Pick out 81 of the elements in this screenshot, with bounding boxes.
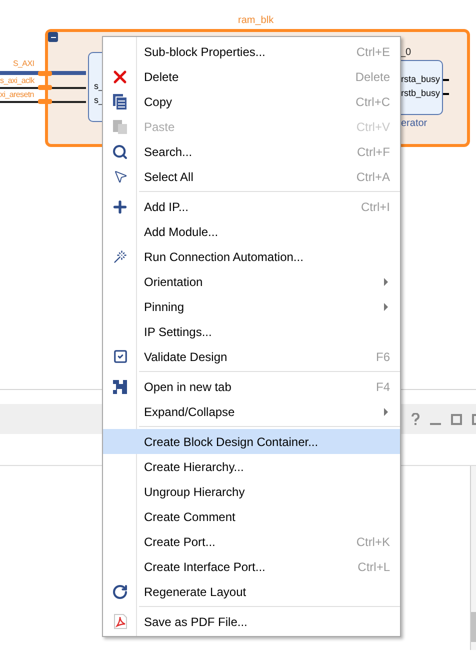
menu-item-label: Ungroup Hierarchy [144, 484, 245, 500]
menu-item[interactable]: Delete Delete [103, 64, 400, 89]
port-label: xi_aresetn [0, 90, 34, 100]
restore-icon[interactable] [472, 414, 476, 424]
ip-name: _0 [400, 46, 412, 60]
pdf-icon [114, 614, 126, 629]
menu-item[interactable]: Create Interface Port... Ctrl+L [103, 554, 400, 579]
menu-item[interactable]: Create Comment [103, 504, 400, 529]
menu-item-label: Orientation [144, 274, 203, 290]
menu-item-label: Expand/Collapse [144, 404, 235, 420]
menu-item[interactable]: Open in new tab F4 [103, 374, 400, 399]
menu-item[interactable]: Sub-block Properties... Ctrl+E [103, 39, 400, 64]
menu-item[interactable]: Pinning [103, 294, 400, 319]
submenu-arrow-icon [384, 302, 388, 310]
shortcut-label: F4 [376, 378, 390, 396]
shortcut-label: Ctrl+F [357, 144, 390, 160]
port-label: S_AXI [13, 59, 34, 69]
checkbox-icon [112, 349, 128, 364]
menu-item[interactable]: Create Port... Ctrl+K [103, 529, 400, 554]
menu-item[interactable]: Copy Ctrl+C [103, 89, 400, 114]
pin-label: rsta_busy [401, 74, 440, 84]
menu-item-label: Sub-block Properties... [144, 44, 266, 60]
menu-item[interactable]: Save as PDF File... [103, 609, 400, 634]
menu-item-label: Add IP... [144, 198, 188, 216]
help-icon[interactable] [411, 413, 420, 425]
cursor-icon [112, 169, 128, 184]
menu-item[interactable]: IP Settings... [103, 319, 400, 344]
menu-item[interactable]: Orientation [103, 269, 400, 294]
shortcut-label: Delete [355, 68, 390, 86]
scrollbar[interactable] [470, 466, 476, 650]
menu-item-label: Select All [144, 168, 194, 186]
shortcut-label: Ctrl+I [360, 198, 390, 216]
menu-item-label: Add Module... [144, 224, 218, 240]
port-label: s_axi_aclk [0, 76, 34, 86]
submenu-arrow-icon [384, 408, 388, 416]
copy-icon [113, 94, 127, 110]
block-title: ram_blk [238, 14, 274, 28]
shortcut-label: Ctrl+L [358, 558, 390, 576]
submenu-arrow-icon [384, 278, 388, 286]
shortcut-label: Ctrl+K [356, 534, 390, 550]
tab-icon [113, 380, 127, 394]
menu-item[interactable]: Validate Design F6 [103, 344, 400, 374]
menu-item[interactable]: Create Block Design Container... [103, 429, 400, 454]
menu-item-label: Create Interface Port... [144, 558, 266, 576]
pin-label: rstb_busy [401, 88, 440, 98]
menu-item[interactable]: Add IP... Ctrl+I [103, 194, 400, 219]
shortcut-label: Ctrl+A [356, 168, 390, 186]
menu-item-label: IP Settings... [144, 324, 212, 340]
menu-item-label: Create Block Design Container... [144, 434, 318, 450]
menu-item-label: Create Port... [144, 534, 216, 550]
wand-icon [113, 250, 127, 264]
paste-icon [113, 120, 127, 134]
shortcut-label: F6 [376, 348, 390, 366]
menu-item[interactable]: Regenerate Layout [103, 579, 400, 609]
menu-item-label: Pinning [144, 298, 184, 316]
menu-item-label: Validate Design [144, 348, 228, 366]
ip-subtitle: erator [401, 117, 428, 131]
collapse-toggle[interactable] [48, 32, 58, 42]
menu-item[interactable]: Expand/Collapse [103, 399, 400, 429]
menu-item[interactable]: Add Module... [103, 219, 400, 244]
menu-item[interactable]: Run Connection Automation... [103, 244, 400, 269]
menu-item-label: Create Hierarchy... [144, 458, 244, 476]
menu-item-label: Regenerate Layout [144, 584, 246, 600]
refresh-icon [112, 584, 128, 600]
menu-item[interactable]: Ungroup Hierarchy [103, 479, 400, 504]
search-icon [112, 144, 128, 160]
menu-item-label: Delete [144, 68, 179, 86]
menu-item-label: Search... [144, 144, 192, 160]
menu-item-label: Copy [144, 94, 172, 110]
shortcut-label: Ctrl+E [356, 44, 390, 60]
menu-item[interactable]: Create Hierarchy... [103, 454, 400, 479]
menu-item-label: Paste [144, 118, 175, 136]
maximize-icon[interactable] [451, 414, 462, 424]
menu-item[interactable]: Search... Ctrl+F [103, 139, 400, 164]
menu-item-label: Run Connection Automation... [144, 248, 304, 266]
plus-icon [111, 198, 129, 216]
menu-item[interactable]: Select All Ctrl+A [103, 164, 400, 194]
menu-item-label: Save as PDF File... [144, 614, 248, 630]
shortcut-label: Ctrl+C [356, 94, 390, 110]
menu-item-label: Create Comment [144, 508, 236, 526]
menu-item-label: Open in new tab [144, 378, 232, 396]
